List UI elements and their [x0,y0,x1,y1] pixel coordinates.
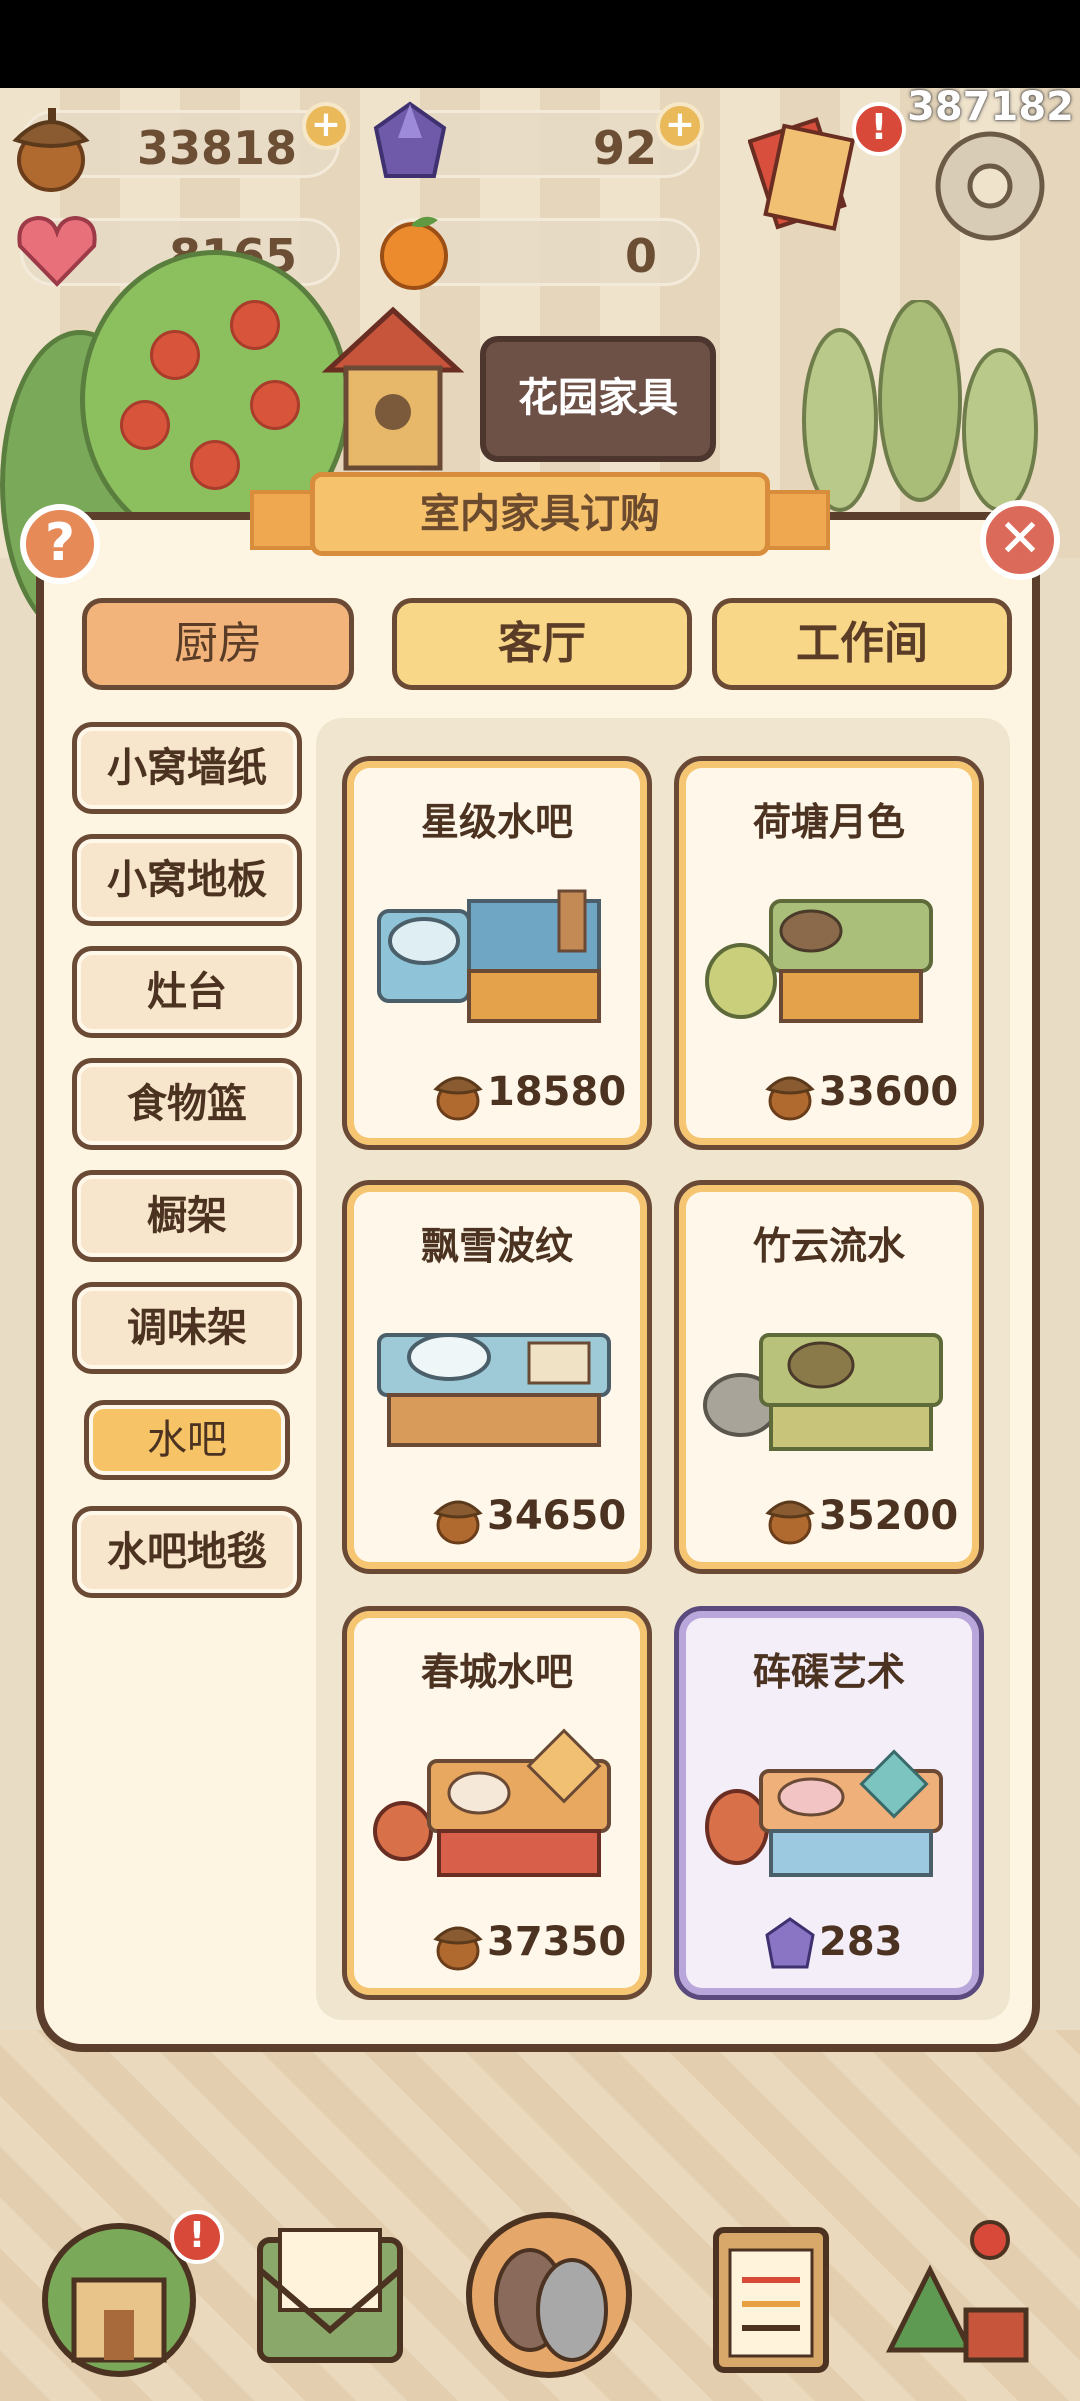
apple [230,300,280,350]
item-price: 34650 [487,1493,627,1539]
item-card[interactable]: 飘雪波纹 34650 [342,1180,652,1574]
item-name: 星级水吧 [420,800,573,844]
orange-count: 0 [624,229,657,283]
item-card[interactable]: 竹云流水 35200 [674,1180,984,1574]
acorn-count: 33818 [136,121,297,175]
acorn-icon [433,1076,483,1121]
orange-icon [380,216,448,290]
status-bar [0,0,1080,88]
sink-furniture-image [377,889,601,1023]
item-name: 砗磲艺术 [752,1650,905,1694]
gift-alert-badge: ! [852,102,906,156]
dialog-title: 室内家具订购 [310,472,770,556]
tab-living-room[interactable]: 客厅 [392,598,692,690]
sink-furniture-image [377,1333,611,1447]
item-price: 35200 [819,1493,959,1539]
acorn-icon [433,1926,483,1971]
nav-mail-icon[interactable] [240,2200,418,2378]
apple [190,440,240,490]
add-gems-button[interactable]: + [656,102,704,150]
sink-furniture-image [705,899,933,1023]
dialog-title-ribbon: 室内家具订购 [250,472,830,556]
gem-icon [373,101,447,178]
apple [250,380,300,430]
item-name: 飘雪波纹 [420,1224,573,1268]
category-spice-rack[interactable]: 调味架 [72,1282,302,1374]
nav-map-icon[interactable] [870,2200,1048,2378]
item-name: 春城水吧 [420,1650,573,1694]
settings-gear-icon[interactable] [928,124,1052,248]
category-wallpaper[interactable]: 小窝墙纸 [72,722,302,814]
nav-tasks-clipboard-icon[interactable] [680,2200,858,2378]
item-card[interactable]: 荷塘月色 33600 [674,756,984,1150]
category-sink-rug[interactable]: 水吧地毯 [72,1506,302,1598]
close-button[interactable]: ✕ [980,500,1060,580]
item-card[interactable]: 春城水吧 37350 [342,1606,652,2000]
category-sink[interactable]: 水吧 [84,1400,290,1480]
sink-furniture-image [703,1333,943,1451]
home-alert-badge: ! [170,2210,224,2264]
garden-furniture-sign[interactable]: 花园家具 [480,336,716,462]
heart-icon [17,215,97,287]
item-price: 33600 [819,1069,959,1115]
tab-workshop[interactable]: 工作间 [712,598,1012,690]
acorn-icon [433,1500,483,1545]
item-name: 荷塘月色 [752,800,905,844]
apple [150,330,200,380]
category-food-basket[interactable]: 食物篮 [72,1058,302,1150]
acorn-icon [765,1500,815,1545]
sink-furniture-image [373,1728,611,1877]
acorn-icon [765,1076,815,1121]
item-card-premium[interactable]: 砗磲艺术 283 [674,1606,984,2000]
help-button[interactable]: ? [20,504,100,584]
acorn-icon [12,108,90,192]
category-cabinet[interactable]: 橱架 [72,1170,302,1262]
apple [120,400,170,450]
item-name: 竹云流水 [752,1224,905,1268]
nav-friends-icon[interactable] [460,2200,638,2378]
add-acorns-button[interactable]: + [302,102,350,150]
gem-icon [765,1917,815,1969]
item-card[interactable]: 星级水吧 18580 [342,756,652,1150]
category-stove[interactable]: 灶台 [72,946,302,1038]
item-price: 283 [819,1919,903,1965]
item-price: 18580 [487,1069,627,1115]
item-price: 37350 [487,1919,627,1965]
birdhouse [321,306,465,471]
gem-count: 92 [592,121,657,175]
sink-furniture-image [705,1749,943,1877]
category-floor[interactable]: 小窝地板 [72,834,302,926]
gift-card-icon[interactable] [748,108,858,238]
tab-kitchen[interactable]: 厨房 [82,598,354,690]
